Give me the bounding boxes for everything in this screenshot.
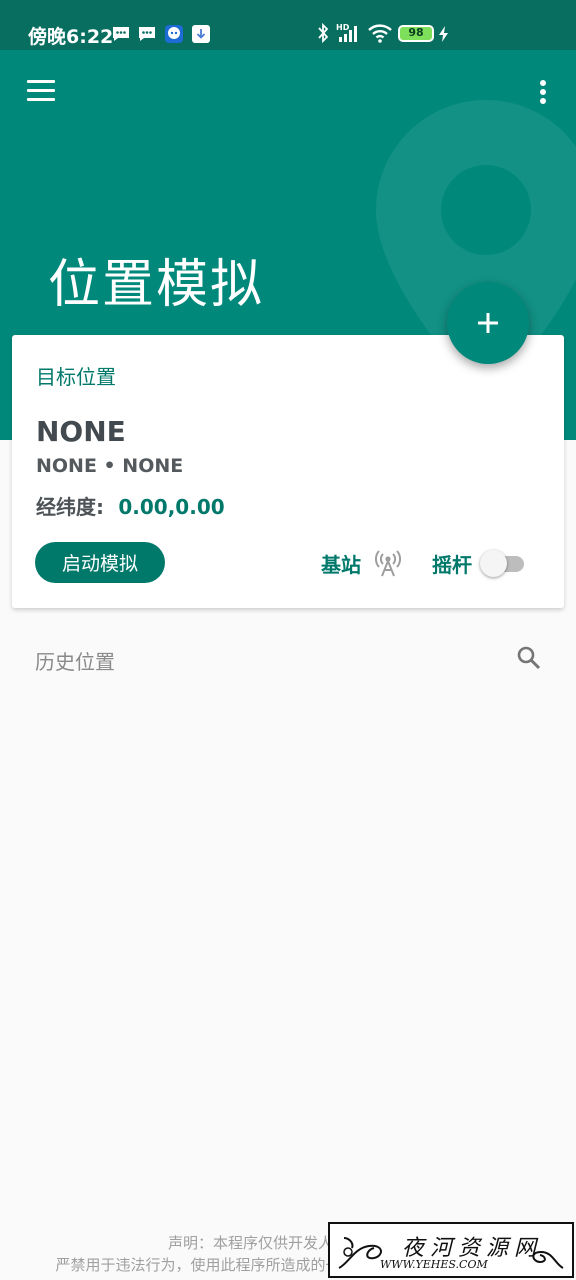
- download-icon: [192, 25, 210, 43]
- watermark-logo: 夜河资源网 WWW.YEHES.COM: [328, 1222, 574, 1278]
- target-location-card: 目标位置 NONE NONE • NONE 经纬度: 0.00,0.00 启动模…: [12, 335, 564, 608]
- hd-signal-icon: HD: [336, 23, 357, 42]
- location-name: NONE: [36, 415, 126, 448]
- ornament-icon: [532, 1250, 564, 1269]
- hamburger-menu-icon[interactable]: [22, 74, 60, 108]
- status-bar: 傍晚6:22 HD 98: [0, 0, 576, 50]
- robot-app-icon: [165, 25, 183, 43]
- more-vertical-icon[interactable]: [530, 76, 558, 110]
- status-time: 傍晚6:22: [28, 26, 114, 48]
- joystick-switch[interactable]: [480, 549, 526, 577]
- coordinate-label: 经纬度:: [36, 495, 104, 519]
- coordinate-value: 0.00,0.00: [118, 495, 225, 519]
- cell-tower-label: 基站: [321, 552, 361, 577]
- message-icon: [113, 27, 129, 41]
- history-title: 历史位置: [35, 650, 115, 674]
- joystick-toggle-row[interactable]: 摇杆: [432, 547, 526, 579]
- wifi-icon: [368, 24, 392, 43]
- coordinate-row: 经纬度: 0.00,0.00: [36, 491, 225, 520]
- add-location-button[interactable]: [447, 282, 529, 364]
- charging-icon: [439, 26, 448, 42]
- svg-text:HD: HD: [336, 23, 350, 32]
- bluetooth-icon: [318, 22, 329, 44]
- start-simulation-button[interactable]: 启动模拟: [35, 542, 165, 583]
- location-subtitle: NONE • NONE: [36, 455, 184, 477]
- target-location-label: 目标位置: [36, 365, 116, 389]
- cell-tower-button[interactable]: 基站: [321, 547, 401, 579]
- message-icon: [139, 27, 155, 41]
- joystick-label: 摇杆: [432, 552, 472, 577]
- search-icon[interactable]: [516, 645, 542, 671]
- watermark-en: WWW.YEHES.COM: [380, 1258, 488, 1271]
- battery-icon: 98: [398, 25, 434, 42]
- battery-level: 98: [408, 26, 424, 39]
- page-title: 位置模拟: [48, 255, 265, 315]
- plus-icon: [478, 313, 498, 333]
- cell-tower-icon: [375, 550, 401, 577]
